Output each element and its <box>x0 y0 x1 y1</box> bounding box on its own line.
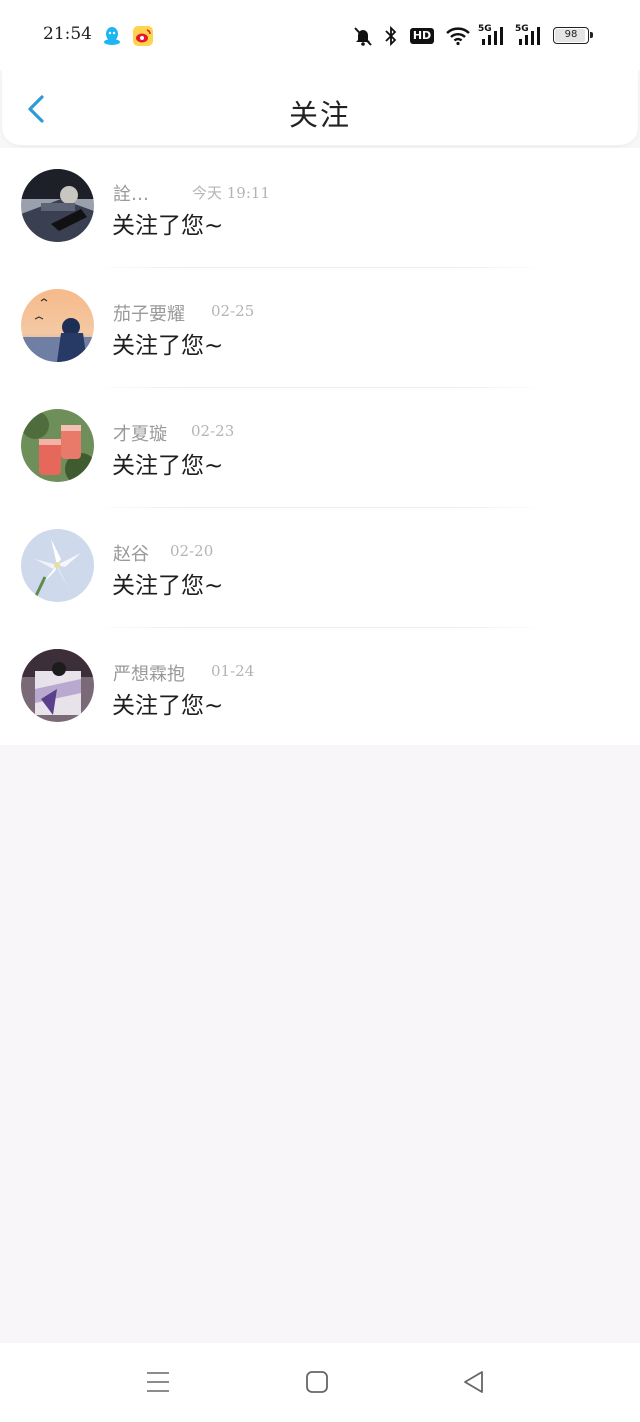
follow-message: 关注了您~ <box>112 333 224 359</box>
system-nav-bar <box>0 1343 640 1422</box>
follow-list: 詮… 今天 19:11 关注了您~ 茄子要耀 02-25 关注了您~ 才夏璇 0… <box>0 148 640 745</box>
avatar[interactable] <box>21 289 94 362</box>
back-triangle-icon <box>464 1371 483 1393</box>
qq-icon <box>100 24 124 48</box>
follow-item[interactable]: 严想霖抱 01-24 关注了您~ <box>0 628 640 748</box>
hd-icon: HD <box>409 24 435 48</box>
follow-message: 关注了您~ <box>112 213 224 239</box>
follow-message: 关注了您~ <box>112 573 224 599</box>
battery-indicator: 98 <box>553 27 593 44</box>
status-time: 21:54 <box>43 24 92 44</box>
follow-item[interactable]: 才夏璇 02-23 关注了您~ <box>0 388 640 508</box>
5g-signal-icon: 5G <box>478 24 508 48</box>
user-name[interactable]: 严想霖抱 <box>113 660 185 686</box>
follow-time: 02-25 <box>211 302 255 320</box>
follow-message: 关注了您~ <box>112 453 224 479</box>
follow-item[interactable]: 詮… 今天 19:11 关注了您~ <box>0 148 640 268</box>
avatar[interactable] <box>21 409 94 482</box>
user-name[interactable]: 詮… <box>113 180 149 206</box>
follow-time: 今天 19:11 <box>192 184 270 202</box>
page-title: 关注 <box>288 98 351 132</box>
user-name[interactable]: 茄子要耀 <box>113 300 185 326</box>
follow-time: 01-24 <box>211 662 255 680</box>
mute-icon <box>351 24 375 48</box>
avatar[interactable] <box>21 529 94 602</box>
home-button[interactable] <box>304 1369 330 1395</box>
back-nav-button[interactable] <box>461 1369 487 1395</box>
follow-time: 02-23 <box>191 422 235 440</box>
avatar[interactable] <box>21 649 94 722</box>
follow-time: 02-20 <box>170 542 214 560</box>
bluetooth-icon <box>381 24 401 48</box>
user-name[interactable]: 才夏璇 <box>113 420 167 446</box>
follow-message: 关注了您~ <box>112 693 224 719</box>
home-square-icon <box>306 1371 328 1393</box>
follow-item[interactable]: 赵谷 02-20 关注了您~ <box>0 508 640 628</box>
status-bar: 21:54 HD 5G 5G 98 <box>0 0 640 70</box>
follow-item[interactable]: 茄子要耀 02-25 关注了您~ <box>0 268 640 388</box>
battery-level: 98 <box>564 29 578 40</box>
avatar[interactable] <box>21 169 94 242</box>
wifi-icon <box>444 24 472 48</box>
header: 关注 <box>2 70 638 145</box>
hd-label: HD <box>409 28 435 44</box>
menu-button[interactable] <box>145 1369 171 1395</box>
weibo-icon <box>131 24 155 48</box>
user-name[interactable]: 赵谷 <box>113 540 149 566</box>
menu-icon <box>147 1372 169 1392</box>
5g-signal-icon: 5G <box>515 24 545 48</box>
